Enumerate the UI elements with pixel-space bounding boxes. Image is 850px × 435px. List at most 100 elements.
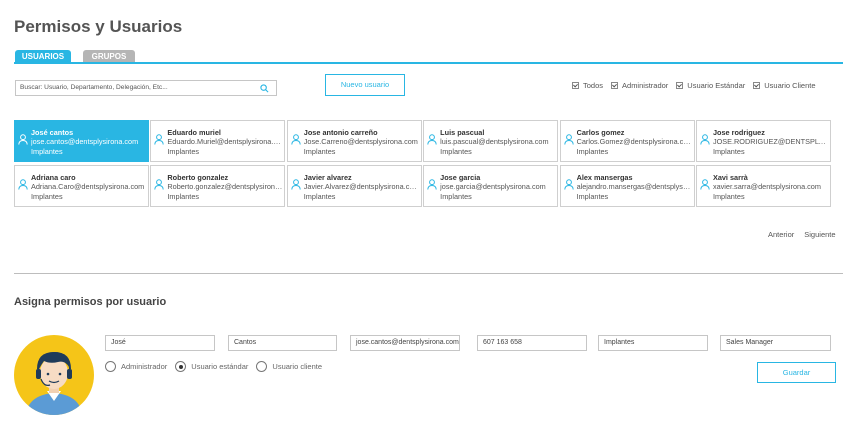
user-card[interactable]: Carlos gomez Carlos.Gomez@dentsplysirona.… bbox=[559, 120, 695, 162]
first-name-field[interactable]: José bbox=[105, 335, 215, 351]
checkbox[interactable] bbox=[611, 82, 619, 89]
user-icon bbox=[154, 179, 165, 190]
user-department: Implantes bbox=[440, 146, 472, 156]
user-icon bbox=[291, 179, 301, 190]
checkbox[interactable] bbox=[572, 82, 579, 89]
user-card[interactable]: Alex mansergas alejandro.mansergas@dentsp… bbox=[559, 165, 695, 207]
role-field[interactable]: Sales Manager bbox=[720, 335, 831, 351]
section-divider bbox=[14, 273, 843, 274]
save-button[interactable]: Guardar bbox=[757, 362, 836, 383]
user-card[interactable]: Jose garcia jose.garcia@dentsplysirona.co… bbox=[423, 165, 559, 207]
user-email: luis.pascual@dentsplysirona.com bbox=[440, 137, 549, 147]
user-email: Javier.Alvarez@dentsplysirona.com bbox=[303, 182, 419, 192]
user-name: Jose antonio carreño bbox=[303, 128, 378, 137]
user-icon bbox=[700, 134, 710, 145]
user-email: jose.cantos@dentsplysirona.com bbox=[31, 137, 139, 147]
user-email: Carlos.Gomez@dentsplysirona.com bbox=[576, 137, 692, 147]
user-icon bbox=[563, 134, 574, 145]
user-department: Implantes bbox=[712, 191, 745, 201]
user-icon bbox=[291, 134, 301, 145]
pagination: Anterior Siguiente bbox=[768, 230, 846, 239]
last-name-field[interactable]: Cantos bbox=[228, 335, 337, 351]
user-name: Carlos gomez bbox=[576, 128, 625, 137]
user-department: Implantes bbox=[576, 191, 609, 201]
user-card[interactable]: Luis pascual luis.pascual@dentsplysirona.… bbox=[423, 120, 559, 162]
user-card[interactable]: Javier alvarez Javier.Alvarez@dentsplysir… bbox=[286, 165, 422, 207]
email-field[interactable]: jose.cantos@dentsplysirona.com bbox=[350, 335, 460, 351]
user-type-filters: Todos Administrador Usuario Estándar Usu… bbox=[572, 81, 824, 90]
user-name: Javier alvarez bbox=[303, 173, 352, 182]
user-email: JOSE.RODRIGUEZ@DENTSPLYSIRONA.COM bbox=[712, 137, 828, 147]
user-name: Luis pascual bbox=[440, 128, 485, 137]
radio-button[interactable] bbox=[105, 361, 116, 372]
user-card[interactable]: Xavi sarrà xavier.sarra@dentsplysirona.co… bbox=[695, 165, 831, 207]
user-name: Adriana caro bbox=[31, 173, 76, 182]
radio-button[interactable] bbox=[175, 361, 187, 372]
user-email: Roberto.gonzalez@dentsplysirona.com bbox=[167, 182, 283, 192]
tabs-underline bbox=[14, 62, 843, 64]
user-name: Jose rodriguez bbox=[712, 128, 765, 137]
filter-administrador[interactable]: Administrador bbox=[611, 81, 668, 90]
search-placeholder: Buscar: Usuario, Departamento, Delegació… bbox=[20, 84, 168, 91]
user-card[interactable]: Adriana caro Adriana.Caro@dentsplysirona.… bbox=[14, 165, 149, 207]
checkbox[interactable] bbox=[676, 82, 684, 89]
user-email: xavier.sarra@dentsplysirona.com bbox=[712, 182, 821, 192]
user-icon bbox=[563, 179, 574, 190]
new-user-button[interactable]: Nuevo usuario bbox=[325, 74, 405, 96]
user-card[interactable]: Roberto gonzalez Roberto.gonzalez@dentspl… bbox=[150, 165, 286, 207]
user-name: Jose garcia bbox=[440, 173, 481, 182]
prev-page-link[interactable]: Anterior bbox=[768, 230, 794, 239]
user-name: Roberto gonzalez bbox=[167, 173, 229, 182]
role-radio-group: Administrador Usuario estándar Usuario c… bbox=[105, 361, 330, 372]
filter-label: Usuario Cliente bbox=[764, 81, 816, 90]
user-icon bbox=[700, 179, 710, 190]
user-department: Implantes bbox=[167, 191, 200, 201]
user-email: Jose.Carreno@dentsplysirona.com bbox=[303, 137, 418, 147]
user-department: Implantes bbox=[31, 146, 63, 156]
user-email: jose.garcia@dentsplysirona.com bbox=[440, 182, 546, 192]
filter-usuario-cliente[interactable]: Usuario Cliente bbox=[753, 81, 816, 90]
user-card[interactable]: Jose antonio carreño Jose.Carreno@dentspl… bbox=[286, 120, 422, 162]
radio-usuario-estandar[interactable]: Usuario estándar bbox=[175, 361, 248, 372]
user-icon bbox=[427, 134, 437, 145]
search-input[interactable]: Buscar: Usuario, Departamento, Delegació… bbox=[15, 80, 277, 96]
department-field[interactable]: Implantes bbox=[598, 335, 708, 351]
next-page-link[interactable]: Siguiente bbox=[804, 230, 835, 239]
radio-usuario-cliente[interactable]: Usuario cliente bbox=[256, 361, 322, 372]
radio-label: Usuario estándar bbox=[191, 362, 249, 371]
user-card[interactable]: Eduardo muriel Eduardo.Muriel@dentsplysir… bbox=[150, 120, 286, 162]
user-name: José cantos bbox=[31, 128, 74, 137]
radio-label: Administrador bbox=[121, 362, 168, 371]
user-card-grid: José cantos jose.cantos@dentsplysirona.co… bbox=[14, 120, 831, 207]
radio-button[interactable] bbox=[256, 361, 268, 372]
user-icon bbox=[154, 134, 165, 145]
user-name: Alex mansergas bbox=[576, 173, 633, 182]
user-email: Adriana.Caro@dentsplysirona.com bbox=[31, 182, 145, 192]
user-department: Implantes bbox=[303, 191, 336, 201]
user-department: Implantes bbox=[440, 191, 472, 201]
user-department: Implantes bbox=[31, 191, 63, 201]
filter-label: Usuario Estándar bbox=[687, 81, 746, 90]
radio-administrador[interactable]: Administrador bbox=[105, 361, 167, 372]
user-icon bbox=[18, 134, 28, 145]
user-department: Implantes bbox=[303, 146, 336, 156]
filter-usuario-estandar[interactable]: Usuario Estándar bbox=[676, 81, 745, 90]
user-card[interactable]: José cantos jose.cantos@dentsplysirona.co… bbox=[14, 120, 149, 162]
user-name: Eduardo muriel bbox=[167, 128, 221, 137]
user-card[interactable]: Jose rodriguezJOSE.RODRIGUEZ@DENTSPLYSIR… bbox=[695, 120, 831, 162]
user-department: Implantes bbox=[167, 146, 200, 156]
user-icon bbox=[427, 179, 437, 190]
permissions-title: Asigna permisos por usuario bbox=[14, 296, 167, 308]
filter-label: Todos bbox=[583, 81, 604, 90]
user-icon bbox=[18, 179, 28, 190]
radio-label: Usuario cliente bbox=[272, 362, 323, 371]
filter-label: Administrador bbox=[622, 81, 669, 90]
checkbox[interactable] bbox=[753, 82, 761, 89]
filter-todos[interactable]: Todos bbox=[572, 81, 603, 90]
user-email: Eduardo.Muriel@dentsplysirona.com bbox=[167, 137, 283, 147]
avatar bbox=[14, 335, 94, 415]
user-department: Implantes bbox=[576, 146, 609, 156]
phone-field[interactable]: 607 163 658 bbox=[477, 335, 587, 351]
search-icon[interactable] bbox=[260, 84, 269, 93]
user-department: Implantes bbox=[712, 146, 745, 156]
